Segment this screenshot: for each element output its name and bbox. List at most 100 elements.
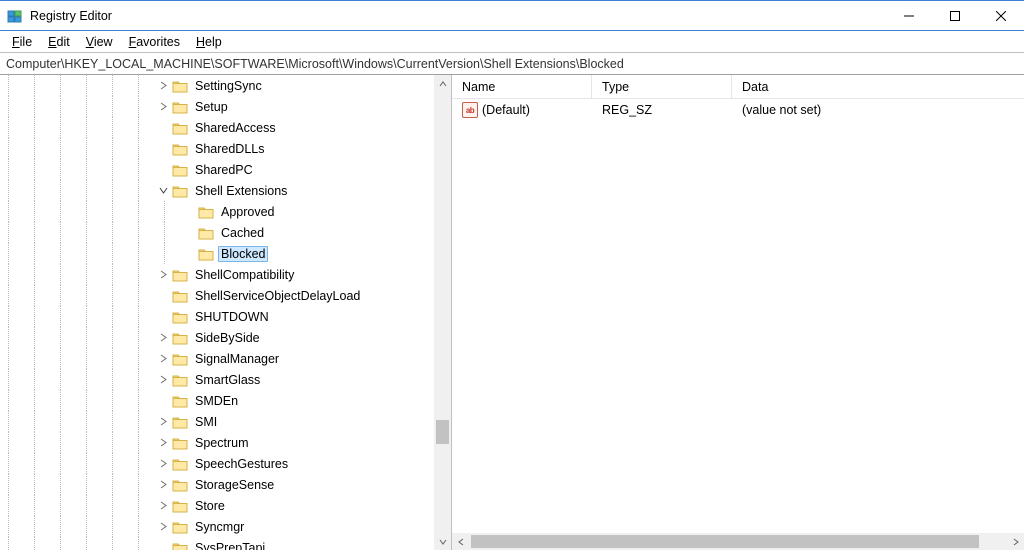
regedit-icon <box>6 7 24 25</box>
column-data[interactable]: Data <box>732 75 1024 98</box>
expand-icon[interactable] <box>156 520 170 534</box>
maximize-button[interactable] <box>932 1 978 31</box>
expand-icon[interactable] <box>156 310 170 324</box>
expand-icon[interactable] <box>156 457 170 471</box>
titlebar[interactable]: Registry Editor <box>0 1 1024 31</box>
tree-item-smartglass[interactable]: SmartGlass <box>0 369 434 390</box>
tree-item-sharedpc[interactable]: SharedPC <box>0 159 434 180</box>
tree-item-label: Store <box>192 498 228 514</box>
expand-icon[interactable] <box>156 289 170 303</box>
folder-icon <box>198 226 214 240</box>
expand-icon[interactable] <box>156 541 170 550</box>
expand-icon[interactable] <box>156 100 170 114</box>
tree-item-label: SmartGlass <box>192 372 263 388</box>
tree-item-label: Spectrum <box>192 435 252 451</box>
expand-icon[interactable] <box>156 184 170 198</box>
scroll-right-icon[interactable] <box>1007 533 1024 550</box>
folder-icon <box>172 184 188 198</box>
tree-item-label: SharedPC <box>192 162 256 178</box>
expand-icon[interactable] <box>156 268 170 282</box>
tree-item-signalmanager[interactable]: SignalManager <box>0 348 434 369</box>
menu-edit[interactable]: Edit <box>40 33 78 51</box>
values-pane: Name Type Data ab(Default)REG_SZ(value n… <box>452 75 1024 550</box>
tree-item-storagesense[interactable]: StorageSense <box>0 474 434 495</box>
menu-file[interactable]: File <box>4 33 40 51</box>
expand-icon[interactable] <box>182 226 196 240</box>
tree-item-approved[interactable]: Approved <box>0 201 434 222</box>
folder-icon <box>172 373 188 387</box>
expand-icon[interactable] <box>156 352 170 366</box>
address-bar[interactable]: Computer\HKEY_LOCAL_MACHINE\SOFTWARE\Mic… <box>0 53 1024 75</box>
expand-icon[interactable] <box>156 163 170 177</box>
expand-icon[interactable] <box>156 373 170 387</box>
tree-item-shutdown[interactable]: SHUTDOWN <box>0 306 434 327</box>
folder-icon <box>172 352 188 366</box>
expand-icon[interactable] <box>182 247 196 261</box>
menu-view[interactable]: View <box>78 33 121 51</box>
values-horizontal-scrollbar[interactable] <box>452 533 1024 550</box>
tree-item-smi[interactable]: SMI <box>0 411 434 432</box>
registry-editor-window: Registry Editor File Edit View Favorites… <box>0 0 1024 550</box>
menu-help[interactable]: Help <box>188 33 230 51</box>
tree-item-label: SHUTDOWN <box>192 309 272 325</box>
folder-icon <box>172 310 188 324</box>
tree-item-cached[interactable]: Cached <box>0 222 434 243</box>
expand-icon[interactable] <box>156 331 170 345</box>
menubar: File Edit View Favorites Help <box>0 31 1024 53</box>
tree-item-label: SpeechGestures <box>192 456 291 472</box>
scroll-left-icon[interactable] <box>452 533 469 550</box>
column-type[interactable]: Type <box>592 75 732 98</box>
tree-item-settingsync[interactable]: SettingSync <box>0 75 434 96</box>
scroll-thumb[interactable] <box>471 535 979 548</box>
tree-item-sidebyside[interactable]: SideBySide <box>0 327 434 348</box>
tree-item-label: StorageSense <box>192 477 277 493</box>
folder-icon <box>172 289 188 303</box>
window-controls <box>886 1 1024 31</box>
value-row[interactable]: ab(Default)REG_SZ(value not set) <box>452 99 1024 121</box>
scroll-up-icon[interactable] <box>434 75 451 92</box>
tree-item-shareddlls[interactable]: SharedDLLs <box>0 138 434 159</box>
folder-icon <box>172 541 188 550</box>
tree-item-shellcompatibility[interactable]: ShellCompatibility <box>0 264 434 285</box>
expand-icon[interactable] <box>156 79 170 93</box>
tree-item-spectrum[interactable]: Spectrum <box>0 432 434 453</box>
tree-item-setup[interactable]: Setup <box>0 96 434 117</box>
scroll-down-icon[interactable] <box>434 533 451 550</box>
folder-icon <box>172 415 188 429</box>
values-list[interactable]: ab(Default)REG_SZ(value not set) <box>452 99 1024 533</box>
tree-item-syncmgr[interactable]: Syncmgr <box>0 516 434 537</box>
tree-item-blocked[interactable]: Blocked <box>0 243 434 264</box>
minimize-button[interactable] <box>886 1 932 31</box>
expand-icon[interactable] <box>156 499 170 513</box>
expand-icon[interactable] <box>156 415 170 429</box>
tree-item-label: Shell Extensions <box>192 183 290 199</box>
tree-view[interactable]: SettingSyncSetup SharedAccess SharedDLLs Sh… <box>0 75 434 550</box>
expand-icon[interactable] <box>182 205 196 219</box>
expand-icon[interactable] <box>156 478 170 492</box>
expand-icon[interactable] <box>156 142 170 156</box>
tree-item-shellserviceobjectdelayload[interactable]: ShellServiceObjectDelayLoad <box>0 285 434 306</box>
column-name[interactable]: Name <box>452 75 592 98</box>
folder-icon <box>172 478 188 492</box>
tree-item-label: SharedAccess <box>192 120 279 136</box>
tree-pane: SettingSyncSetup SharedAccess SharedDLLs Sh… <box>0 75 452 550</box>
tree-item-syspreptapi[interactable]: SysPrepTapi <box>0 537 434 550</box>
tree-item-label: Cached <box>218 225 267 241</box>
reg-string-icon: ab <box>462 102 478 118</box>
close-button[interactable] <box>978 1 1024 31</box>
tree-item-store[interactable]: Store <box>0 495 434 516</box>
tree-item-speechgestures[interactable]: SpeechGestures <box>0 453 434 474</box>
tree-item-sharedaccess[interactable]: SharedAccess <box>0 117 434 138</box>
scroll-thumb[interactable] <box>436 420 449 444</box>
expand-icon[interactable] <box>156 436 170 450</box>
expand-icon[interactable] <box>156 394 170 408</box>
tree-item-shell-extensions[interactable]: Shell Extensions <box>0 180 434 201</box>
expand-icon[interactable] <box>156 121 170 135</box>
tree-item-label: SMDEn <box>192 393 241 409</box>
address-text: Computer\HKEY_LOCAL_MACHINE\SOFTWARE\Mic… <box>6 57 624 71</box>
tree-item-label: Blocked <box>218 246 268 262</box>
tree-vertical-scrollbar[interactable] <box>434 75 451 550</box>
folder-icon <box>172 457 188 471</box>
tree-item-smden[interactable]: SMDEn <box>0 390 434 411</box>
menu-favorites[interactable]: Favorites <box>121 33 188 51</box>
